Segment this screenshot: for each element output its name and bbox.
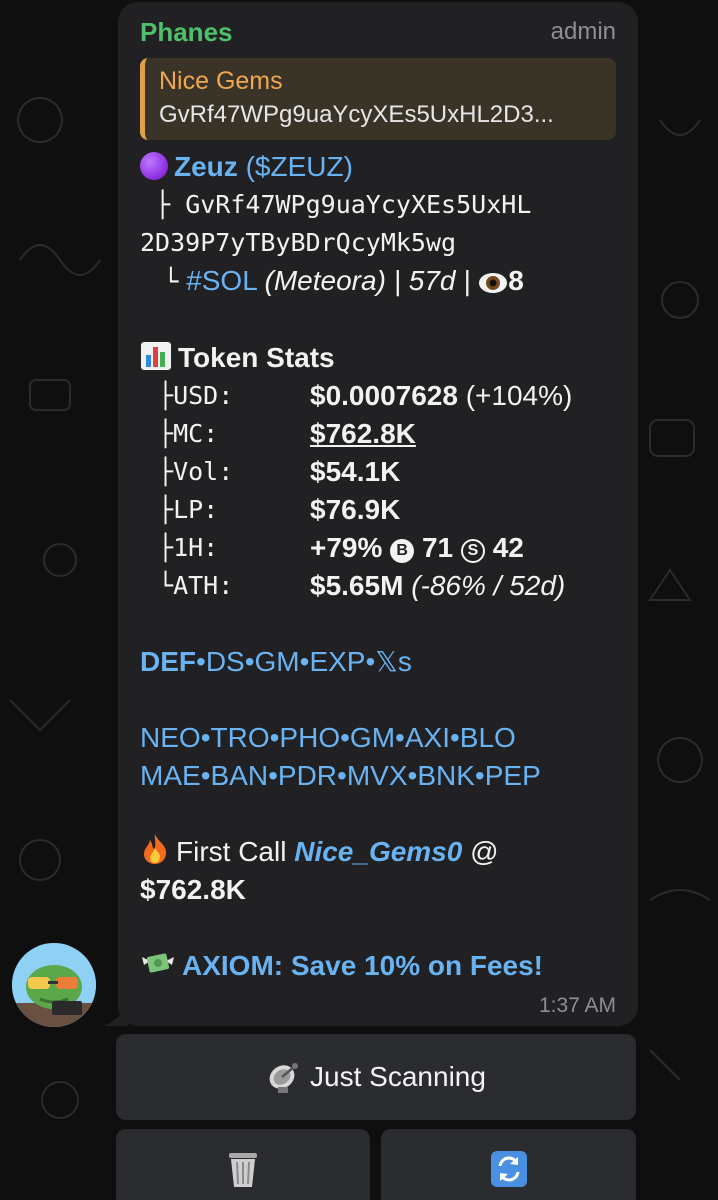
sender-role: admin bbox=[550, 18, 616, 45]
reply-title: Nice Gems bbox=[159, 67, 283, 95]
bot-avatar[interactable] bbox=[12, 943, 96, 1027]
just-scanning-label: Just Scanning bbox=[310, 1061, 486, 1092]
link-tro[interactable]: TRO bbox=[211, 722, 270, 753]
branch-glyph: └ bbox=[163, 267, 179, 296]
fire-icon bbox=[144, 834, 167, 864]
satellite-dish-icon bbox=[269, 1063, 299, 1093]
message-time: 1:37 AM bbox=[538, 994, 616, 1017]
stat-row-vol: ├Vol: $54.1K bbox=[140, 453, 616, 491]
just-scanning-button[interactable]: Just Scanning bbox=[116, 1034, 636, 1120]
links-row-3: MAE•BAN•PDR•MVX•BNK•PEP bbox=[140, 760, 541, 791]
stat-row-ath: └ATH: $5.65M (-86% / 52d) bbox=[140, 567, 616, 605]
link-mae[interactable]: MAE bbox=[140, 760, 201, 791]
link-x-search[interactable]: 𝕏s bbox=[375, 646, 412, 677]
token-age: | 57d | bbox=[393, 265, 471, 296]
link-ds[interactable]: DS bbox=[206, 646, 245, 677]
wastebasket-icon bbox=[229, 1153, 257, 1187]
first-call-value: $762.8K bbox=[140, 874, 246, 905]
branch-glyph: ├ bbox=[155, 190, 171, 219]
token-title-line: Zeuz ($ZEUZ) bbox=[140, 148, 616, 186]
stat-key: ├Vol: bbox=[158, 457, 234, 486]
eye-icon bbox=[479, 272, 508, 293]
link-gm[interactable]: GM bbox=[255, 646, 300, 677]
caller-link[interactable]: Nice_Gems0 bbox=[294, 836, 462, 867]
stat-row-usd: ├USD: $0.0007628 (+104%) bbox=[140, 377, 616, 415]
market-cap-link[interactable]: $762.8K bbox=[310, 415, 416, 453]
chain-hashtag[interactable]: #SOL bbox=[186, 265, 257, 296]
money-wings-icon bbox=[142, 953, 174, 973]
stat-key: ├1H: bbox=[158, 533, 219, 562]
stat-value: +79% B 71 S 42 bbox=[310, 532, 524, 563]
promo-link[interactable]: AXIOM: Save 10% on Fees! bbox=[182, 950, 543, 981]
dex-name: (Meteora) bbox=[264, 265, 386, 296]
token-name-link[interactable]: Zeuz bbox=[174, 151, 238, 182]
stat-value: $5.65M (-86% / 52d) bbox=[310, 570, 566, 601]
reply-text: GvRf47WPg9uaYcyXEs5UxHL2D3... bbox=[159, 101, 554, 128]
buy-count: 71 bbox=[421, 532, 454, 563]
link-blo[interactable]: BLO bbox=[460, 722, 516, 753]
promo-line: AXIOM: Save 10% on Fees! bbox=[140, 947, 616, 985]
purple-circle-icon bbox=[140, 152, 168, 180]
link-exp[interactable]: EXP bbox=[309, 646, 365, 677]
token-meta-line: └ #SOL (Meteora) | 57d | 8 bbox=[140, 262, 616, 301]
stat-key: ├USD: bbox=[158, 381, 234, 410]
refresh-button[interactable] bbox=[381, 1129, 636, 1200]
stat-value: $76.9K bbox=[310, 494, 401, 525]
first-call-prefix: First Call bbox=[176, 836, 287, 867]
bar-chart-icon bbox=[141, 342, 171, 370]
link-neo[interactable]: NEO bbox=[140, 722, 201, 753]
message-body: Zeuz ($ZEUZ) ├ GvRf47WPg9uaYcyXEs5UxHL 2… bbox=[140, 148, 616, 985]
at-sign: @ bbox=[470, 836, 499, 867]
link-mvx[interactable]: MVX bbox=[347, 760, 408, 791]
first-call-line: First Call Nice_Gems0 @ bbox=[140, 833, 616, 871]
token-address-line1: ├ GvRf47WPg9uaYcyXEs5UxHL bbox=[140, 186, 616, 224]
link-def[interactable]: DEF bbox=[140, 646, 196, 677]
pepe-avatar-icon bbox=[12, 943, 96, 1027]
message-header: Phanes admin bbox=[140, 16, 616, 48]
view-count: 8 bbox=[508, 265, 524, 296]
stat-value: $54.1K bbox=[310, 456, 401, 487]
token-address-part1[interactable]: GvRf47WPg9uaYcyXEs5UxHL bbox=[185, 190, 531, 219]
stat-row-lp: ├LP: $76.9K bbox=[140, 491, 616, 529]
stat-row-mc: ├MC: $762.8K bbox=[140, 415, 616, 453]
link-pep[interactable]: PEP bbox=[485, 760, 541, 791]
stat-key: ├LP: bbox=[158, 495, 219, 524]
stat-key: ├MC: bbox=[158, 419, 219, 448]
link-pho[interactable]: PHO bbox=[279, 722, 340, 753]
link-bnk[interactable]: BNK bbox=[417, 760, 475, 791]
delete-button[interactable] bbox=[116, 1129, 370, 1200]
message-bubble: Phanes admin Nice Gems GvRf47WPg9uaYcyXE… bbox=[118, 2, 638, 1026]
sell-count: 42 bbox=[492, 532, 524, 563]
link-gm-2[interactable]: GM bbox=[350, 722, 395, 753]
reply-quote[interactable]: Nice Gems GvRf47WPg9uaYcyXEs5UxHL2D3... bbox=[140, 58, 616, 140]
refresh-icon bbox=[490, 1151, 527, 1187]
links-row-1: DEF•DS•GM•EXP•𝕏s bbox=[140, 646, 412, 677]
link-pdr[interactable]: PDR bbox=[278, 760, 337, 791]
token-address-line2[interactable]: 2D39P7yTByBDrQcyMk5wg bbox=[140, 224, 616, 262]
stats-title-line: Token Stats bbox=[140, 339, 616, 377]
stats-title: Token Stats bbox=[178, 342, 335, 373]
stat-value: $0.0007628 (+104%) bbox=[310, 380, 573, 411]
token-ticker-link[interactable]: ($ZEUZ) bbox=[246, 151, 353, 182]
chat-screen: Phanes admin Nice Gems GvRf47WPg9uaYcyXE… bbox=[0, 0, 718, 1200]
stat-row-1h: ├1H: +79% B 71 S 42 bbox=[140, 529, 616, 567]
link-ban[interactable]: BAN bbox=[211, 760, 269, 791]
sell-circle-icon: S bbox=[460, 539, 485, 563]
links-row-2: NEO•TRO•PHO•GM•AXI•BLO bbox=[140, 722, 516, 753]
stat-key: └ATH: bbox=[158, 571, 234, 600]
link-axi[interactable]: AXI bbox=[405, 722, 450, 753]
buy-circle-icon: B bbox=[390, 539, 415, 563]
sender-name[interactable]: Phanes bbox=[140, 17, 233, 48]
